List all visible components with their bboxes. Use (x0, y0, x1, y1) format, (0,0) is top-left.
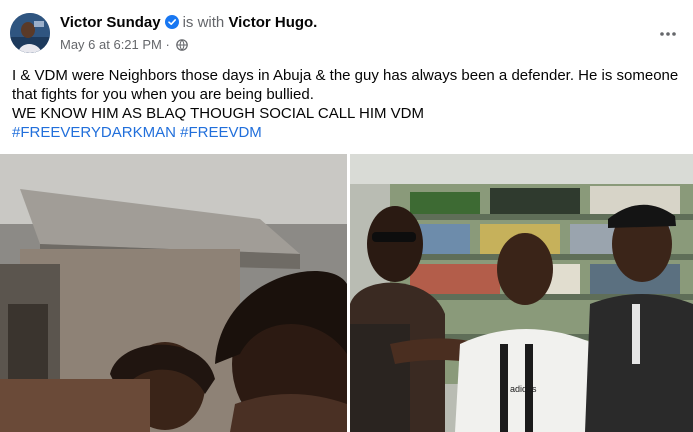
meta-separator: · (165, 37, 170, 52)
more-options-button[interactable] (652, 18, 684, 50)
selfie-photo (0, 154, 347, 432)
tagged-person-link[interactable]: Victor Hugo. (228, 14, 317, 31)
author-line: Victor Sunday is with Victor Hugo. (60, 13, 317, 35)
post-text-line-2: WE KNOW HIM AS BLAQ THOUGH SOCIAL CALL H… (12, 105, 425, 122)
hashtag-link[interactable]: #FREEVERYDARKMAN (12, 124, 176, 141)
globe-icon[interactable] (176, 39, 189, 55)
post-photo-right[interactable]: adidas (350, 154, 693, 432)
post-header: Victor Sunday is with Victor Hugo. May 6 … (0, 0, 693, 62)
author-avatar[interactable] (10, 13, 50, 53)
post-hashtags: #FREEVERYDARKMAN #FREEVDM (12, 123, 684, 142)
post-timestamp-link[interactable]: May 6 at 6:21 PM (60, 37, 162, 52)
more-options-icon (660, 32, 676, 36)
post-text-line-1: I & VDM were Neighbors those days in Abu… (12, 67, 679, 103)
post-meta: May 6 at 6:21 PM · (60, 37, 189, 55)
hashtag-link[interactable]: #FREEVDM (180, 124, 262, 141)
is-with-text: is with (182, 14, 225, 31)
jersey-brand-label: adidas (510, 384, 537, 394)
avatar-image (10, 13, 50, 53)
verified-badge-icon (164, 15, 179, 35)
post-body: I & VDM were Neighbors those days in Abu… (12, 66, 684, 142)
author-name-link[interactable]: Victor Sunday (60, 14, 161, 31)
post-photo-left[interactable] (0, 154, 347, 432)
